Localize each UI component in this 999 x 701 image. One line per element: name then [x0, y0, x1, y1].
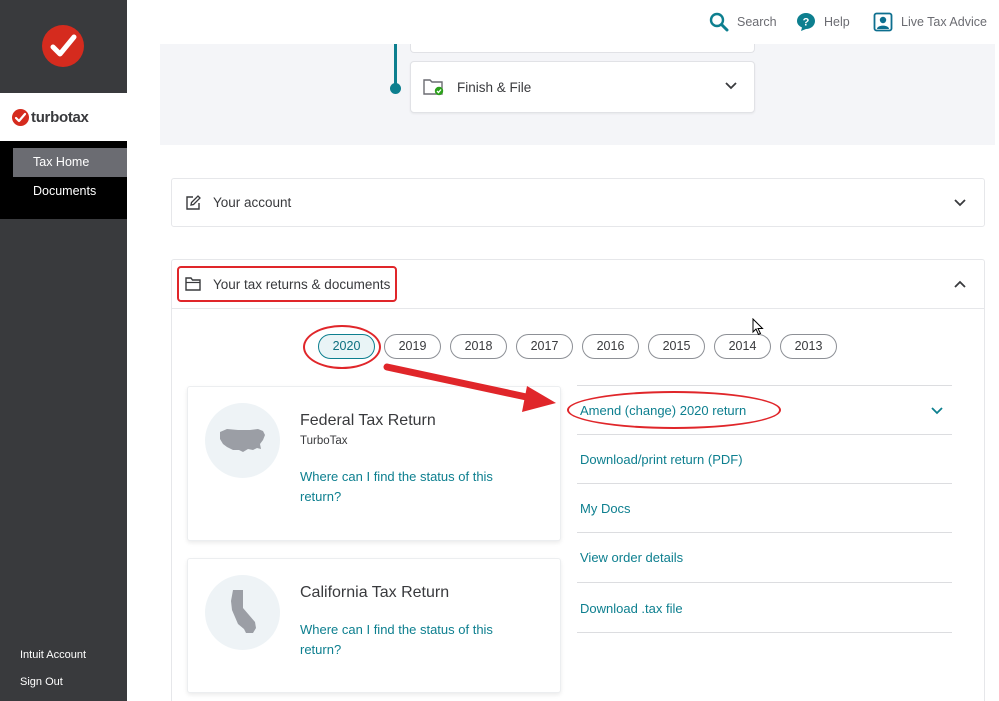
live-tax-advice-button[interactable]: Live Tax Advice	[873, 12, 987, 32]
finish-and-file-card[interactable]: Finish & File	[410, 61, 755, 113]
search-icon	[709, 12, 729, 32]
search-label: Search	[737, 15, 777, 29]
my-docs-label: My Docs	[580, 501, 631, 516]
return-title: California Tax Return	[300, 584, 450, 601]
annotation-ellipse-year	[303, 325, 381, 369]
view-order-details-action[interactable]: View order details	[577, 532, 952, 581]
year-pill-2019[interactable]: 2019	[384, 334, 441, 359]
return-status-link[interactable]: Where can I find the status of this retu…	[300, 467, 530, 507]
chevron-down-icon	[954, 199, 966, 207]
progress-timeline-dot	[390, 83, 401, 94]
divider	[577, 632, 952, 633]
help-label: Help	[824, 15, 850, 29]
intuit-account-link[interactable]: Intuit Account	[20, 649, 86, 661]
usa-map-icon	[205, 403, 280, 478]
folder-check-icon	[423, 79, 444, 96]
edit-icon	[186, 195, 201, 210]
california-map-icon	[205, 575, 280, 650]
annotation-ellipse-amend	[567, 391, 781, 429]
chevron-up-icon	[954, 280, 966, 288]
previous-step-card	[410, 44, 755, 53]
brand-check-icon	[12, 109, 29, 126]
help-button[interactable]: ? Help	[796, 12, 850, 32]
expert-avatar-icon	[873, 12, 893, 32]
download-tax-file-action[interactable]: Download .tax file	[577, 582, 952, 631]
help-icon: ?	[797, 13, 815, 31]
year-pill-2016[interactable]: 2016	[582, 334, 639, 359]
return-title: Federal Tax Return	[300, 412, 436, 429]
year-pill-2014[interactable]: 2014	[714, 334, 771, 359]
mouse-cursor-icon	[752, 318, 764, 336]
download-print-label: Download/print return (PDF)	[580, 452, 743, 467]
annotation-highlight-box	[177, 266, 397, 302]
brand-strip: turbotax	[0, 93, 127, 141]
view-order-details-label: View order details	[580, 550, 684, 565]
your-account-panel[interactable]: Your account	[171, 178, 985, 227]
your-account-title: Your account	[213, 195, 292, 210]
search-button[interactable]: Search	[709, 12, 777, 32]
live-tax-advice-label: Live Tax Advice	[901, 15, 987, 29]
turbotax-check-logo-icon[interactable]	[42, 25, 84, 67]
download-tax-file-label: Download .tax file	[580, 601, 683, 616]
download-print-return-action[interactable]: Download/print return (PDF)	[577, 434, 952, 483]
finish-and-file-label: Finish & File	[457, 80, 532, 95]
year-pill-2015[interactable]: 2015	[648, 334, 705, 359]
sidebar-item-tax-home[interactable]: Tax Home	[13, 148, 127, 177]
logo-area	[0, 0, 127, 93]
sidebar-item-documents[interactable]: Documents	[13, 177, 127, 206]
top-bar: Search ? Help Live Tax Advice	[127, 0, 999, 44]
sidebar-nav: Tax Home Documents	[0, 141, 127, 219]
brand-wordmark: turbotax	[31, 109, 89, 126]
turbotax-tax-home-page: turbotax Tax Home Documents Intuit Accou…	[0, 0, 999, 701]
year-pill-2013[interactable]: 2013	[780, 334, 837, 359]
chevron-down-icon	[931, 407, 943, 415]
chevron-down-icon	[725, 82, 737, 90]
return-subtitle: TurboTax	[300, 435, 348, 447]
year-pill-2017[interactable]: 2017	[516, 334, 573, 359]
progress-timeline-line	[394, 44, 397, 88]
sign-out-link[interactable]: Sign Out	[20, 676, 63, 688]
federal-return-card: Federal Tax Return TurboTax Where can I …	[187, 386, 561, 541]
svg-text:?: ?	[803, 17, 810, 29]
my-docs-action[interactable]: My Docs	[577, 483, 952, 532]
year-pill-2018[interactable]: 2018	[450, 334, 507, 359]
return-status-link[interactable]: Where can I find the status of this retu…	[300, 620, 530, 660]
california-return-card: California Tax Return Where can I find t…	[187, 558, 561, 693]
sidebar: turbotax Tax Home Documents Intuit Accou…	[0, 0, 127, 701]
